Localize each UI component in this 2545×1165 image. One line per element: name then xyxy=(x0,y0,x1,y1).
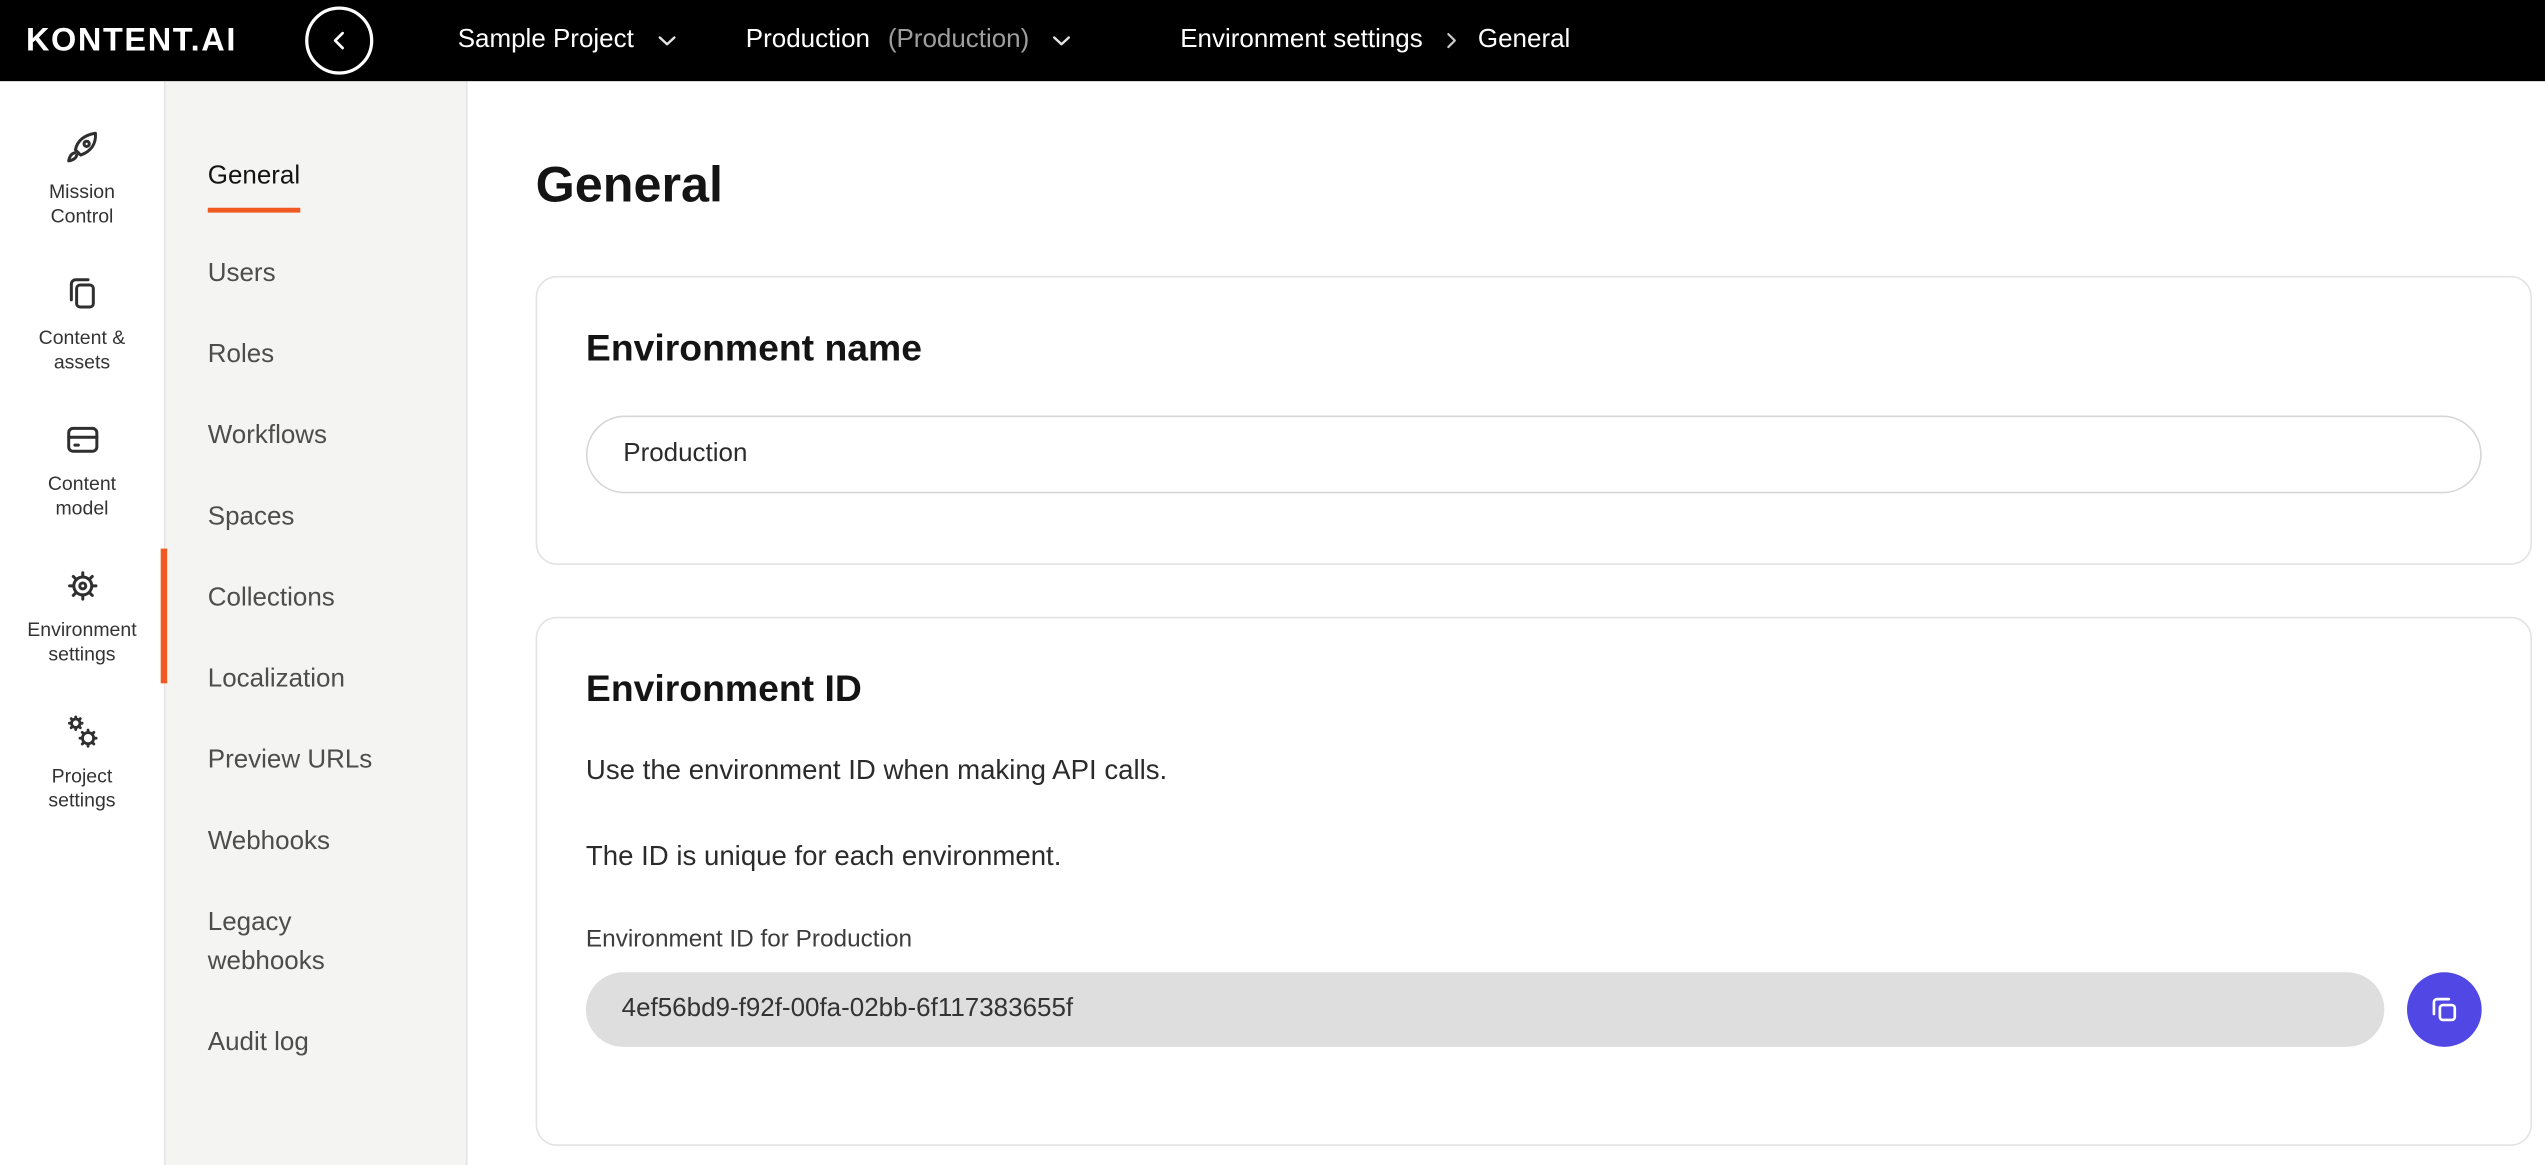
breadcrumb-general: General xyxy=(1478,26,1570,55)
main-content: General Environment name Production Envi… xyxy=(467,81,2545,1165)
settings-nav-audit-log[interactable]: Audit log xyxy=(208,1003,434,1084)
settings-nav-users[interactable]: Users xyxy=(208,234,434,315)
chevron-right-icon xyxy=(1437,28,1463,54)
breadcrumb-environment-settings[interactable]: Environment settings xyxy=(1180,26,1422,55)
environment-id-value[interactable]: 4ef56bd9-f92f-00fa-02bb-6f117383655f xyxy=(586,972,2384,1047)
app-body: Mission Control Content & assets xyxy=(0,81,2545,1165)
app-window: KONTENT.AI Sample Project Production (Pr… xyxy=(0,0,2545,1165)
settings-nav-roles[interactable]: Roles xyxy=(208,315,434,396)
sidebar-item-content-assets[interactable]: Content & assets xyxy=(0,273,164,375)
environment-name-card: Environment name Production xyxy=(536,276,2532,565)
main-sidebar: Mission Control Content & assets xyxy=(0,81,166,1165)
settings-nav-general[interactable]: General xyxy=(208,136,434,233)
sidebar-item-label: Content & assets xyxy=(20,326,143,375)
environment-selector-suffix: (Production) xyxy=(888,26,1029,55)
collapse-menu-button[interactable] xyxy=(305,6,373,74)
page-title: General xyxy=(536,156,2532,214)
documents-icon xyxy=(61,273,103,315)
environment-selector-name: Production xyxy=(746,26,870,55)
project-selector-label: Sample Project xyxy=(458,26,634,55)
topbar: KONTENT.AI Sample Project Production (Pr… xyxy=(0,0,2545,81)
environment-id-card: Environment ID Use the environment ID wh… xyxy=(536,617,2532,1146)
settings-nav-spaces[interactable]: Spaces xyxy=(208,477,434,558)
environment-id-label: Environment ID for Production xyxy=(586,925,2482,953)
breadcrumb: Environment settings General xyxy=(1180,26,1570,55)
gear-icon xyxy=(61,565,103,607)
sidebar-item-mission-control[interactable]: Mission Control xyxy=(0,127,164,229)
environment-selector[interactable]: Production (Production) xyxy=(746,26,1077,55)
sidebar-item-content-model[interactable]: Content model xyxy=(0,419,164,521)
copy-icon xyxy=(2427,992,2463,1028)
sidebar-item-label: Environment settings xyxy=(20,618,143,667)
content-model-icon xyxy=(61,419,103,461)
environment-name-input[interactable]: Production xyxy=(586,416,2482,494)
sidebar-item-environment-settings[interactable]: Environment settings xyxy=(0,565,164,667)
settings-nav-collections[interactable]: Collections xyxy=(208,558,434,639)
environment-name-card-title: Environment name xyxy=(586,326,2482,370)
sidebar-item-project-settings[interactable]: Project settings xyxy=(0,711,164,813)
sidebar-item-label: Content model xyxy=(20,472,143,521)
kontent-logo: KONTENT.AI xyxy=(26,22,237,59)
chevron-left-icon xyxy=(323,24,355,56)
environment-id-description-1: Use the environment ID when making API c… xyxy=(586,755,2482,787)
rocket-icon xyxy=(61,127,103,169)
settings-nav-localization[interactable]: Localization xyxy=(208,639,434,720)
environment-id-description-2: The ID is unique for each environment. xyxy=(586,841,2482,873)
project-selector[interactable]: Sample Project xyxy=(458,26,681,55)
sidebar-item-label: Project settings xyxy=(20,764,143,813)
settings-nav-legacy-webhooks[interactable]: Legacy webhooks xyxy=(208,883,434,1003)
settings-nav-webhooks[interactable]: Webhooks xyxy=(208,802,434,883)
chevron-down-icon xyxy=(652,26,681,55)
settings-nav-preview-urls[interactable]: Preview URLs xyxy=(208,721,434,802)
environment-id-row: 4ef56bd9-f92f-00fa-02bb-6f117383655f xyxy=(586,972,2482,1047)
copy-environment-id-button[interactable] xyxy=(2407,972,2482,1047)
sidebar-item-label: Mission Control xyxy=(20,180,143,229)
settings-nav-workflows[interactable]: Workflows xyxy=(208,396,434,477)
gears-icon xyxy=(61,711,103,753)
environment-id-card-title: Environment ID xyxy=(586,667,2482,711)
chevron-down-icon xyxy=(1047,26,1076,55)
settings-nav: General Users Roles Workflows Spaces Col… xyxy=(166,81,468,1165)
